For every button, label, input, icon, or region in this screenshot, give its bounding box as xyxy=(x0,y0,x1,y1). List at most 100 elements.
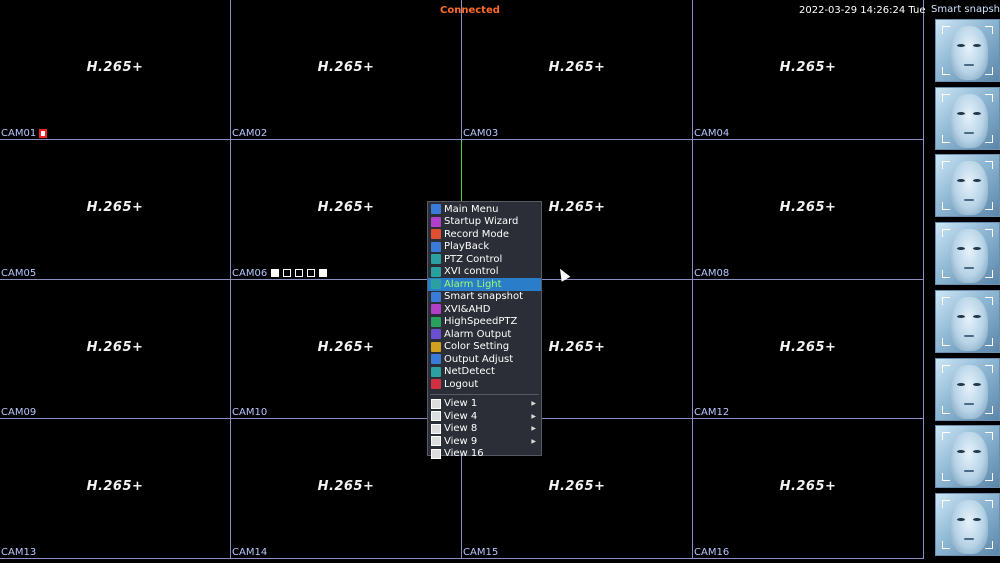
menu-item-startup-wizard[interactable]: Startup Wizard xyxy=(428,216,541,229)
menu-item-playback[interactable]: PlayBack xyxy=(428,241,541,254)
menu-item-view-9[interactable]: View 9 ▶ xyxy=(428,435,541,448)
camera-tile-cam01[interactable]: H.265+ CAM01 xyxy=(0,0,231,140)
frame-corner xyxy=(985,270,993,279)
menu-item-main-menu[interactable]: Main Menu xyxy=(428,203,541,216)
camera-tile-cam08[interactable]: H.265+ CAM08 xyxy=(693,139,924,280)
menu-item-label: Alarm Output xyxy=(444,328,512,340)
xvi-icon xyxy=(431,266,441,277)
camera-label: CAM16 xyxy=(694,547,730,558)
face-image xyxy=(950,93,988,148)
menu-item-label: Startup Wizard xyxy=(444,216,519,228)
snapshot-thumbnail[interactable] xyxy=(935,289,1000,353)
camera-tile-cam13[interactable]: H.265+ CAM13 xyxy=(0,419,231,559)
camera-label: CAM12 xyxy=(694,407,730,419)
camera-label: CAM14 xyxy=(232,547,268,558)
frame-corner xyxy=(985,202,993,211)
codec-label: H.265+ xyxy=(548,60,606,75)
frame-corner xyxy=(985,93,993,102)
menu-divider xyxy=(430,393,539,395)
snapshot-thumbnail[interactable] xyxy=(935,425,1000,489)
record-status-icon xyxy=(39,128,48,138)
menu-item-smart-snapshot[interactable]: Smart snapshot xyxy=(428,291,541,304)
menu-item-netdetect[interactable]: NetDetect xyxy=(428,366,541,379)
menu-item-label: XVI control xyxy=(444,266,499,278)
snapshot-thumbnail[interactable] xyxy=(935,154,1000,218)
camera-tile-cam09[interactable]: H.265+ CAM09 xyxy=(0,279,231,420)
motion-icon xyxy=(295,269,304,277)
frame-corner xyxy=(985,432,993,441)
menu-item-view-4[interactable]: View 4 ▶ xyxy=(428,410,541,423)
menu-item-logout[interactable]: Logout xyxy=(428,378,541,391)
codec-label: H.265+ xyxy=(548,479,606,495)
menu-item-ptz-control[interactable]: PTZ Control xyxy=(428,253,541,266)
frame-corner xyxy=(942,499,950,508)
menu-item-label: View 16 xyxy=(444,448,484,460)
context-menu: Main Menu Startup Wizard Record Mode PlayBa… xyxy=(427,201,542,459)
camera-tile-cam04[interactable]: H.265+ CAM04 xyxy=(693,0,924,140)
view-layout-icon xyxy=(431,423,441,434)
codec-label: H.265+ xyxy=(86,479,144,495)
frame-corner xyxy=(942,337,950,346)
menu-item-alarm-output[interactable]: Alarm Output xyxy=(428,328,541,341)
camera-tile-cam02[interactable]: H.265+ CAM02 xyxy=(231,0,462,140)
menu-item-alarm-light[interactable]: Alarm Light xyxy=(428,278,541,291)
snapshot-thumbnail[interactable] xyxy=(935,492,1000,556)
menu-item-label: HighSpeedPTZ xyxy=(444,316,518,328)
record-icon xyxy=(431,229,441,240)
highspeed-ptz-icon xyxy=(431,316,441,327)
menu-item-color-setting[interactable]: Color Setting xyxy=(428,341,541,354)
snapshot-thumbnail[interactable] xyxy=(935,86,1000,150)
menu-item-xvi-ahd[interactable]: XVI&AHD xyxy=(428,303,541,316)
snapshot-thumbnail[interactable] xyxy=(935,19,1000,82)
frame-corner xyxy=(942,432,950,441)
camera-tile-cam03[interactable]: H.265+ CAM03 xyxy=(462,0,693,140)
camera-tile-cam16[interactable]: H.265+ CAM16 xyxy=(693,419,924,559)
menu-item-view-8[interactable]: View 8 ▶ xyxy=(428,423,541,436)
view-layout-icon xyxy=(431,448,441,459)
face-image xyxy=(950,26,988,80)
camera-label: CAM02 xyxy=(232,127,268,139)
mouth xyxy=(964,64,974,66)
camera-status-icon xyxy=(271,269,280,277)
menu-item-view-16[interactable]: View 16 xyxy=(428,448,541,461)
frame-corner xyxy=(942,26,950,34)
eye xyxy=(957,314,965,318)
frame-corner xyxy=(942,540,950,549)
menu-item-view-1[interactable]: View 1 ▶ xyxy=(428,398,541,411)
frame-corner xyxy=(942,229,950,238)
submenu-arrow-icon: ▶ xyxy=(531,400,536,408)
menu-item-highspeedptz[interactable]: HighSpeedPTZ xyxy=(428,316,541,329)
mouth xyxy=(964,470,974,473)
camera-tile-cam12[interactable]: H.265+ CAM12 xyxy=(693,279,924,420)
codec-label: H.265+ xyxy=(779,479,837,495)
mouth xyxy=(964,334,974,337)
menu-item-label: View 9 xyxy=(444,435,478,447)
frame-corner xyxy=(985,405,993,414)
mouth xyxy=(964,537,974,540)
frame-corner xyxy=(985,499,993,508)
snapshot-thumbnail[interactable] xyxy=(935,357,1000,421)
menu-item-record-mode[interactable]: Record Mode xyxy=(428,228,541,241)
camera-tile-cam05[interactable]: H.265+ CAM05 xyxy=(0,139,231,280)
view-layout-icon xyxy=(431,398,441,409)
camera-label: CAM15 xyxy=(463,547,499,558)
mouth xyxy=(964,131,974,134)
face-image xyxy=(950,296,988,351)
house-icon xyxy=(431,204,441,215)
menu-item-xvi-control[interactable]: XVI control xyxy=(428,266,541,279)
frame-corner xyxy=(985,540,993,549)
frame-corner xyxy=(985,337,993,346)
frame-corner xyxy=(942,93,950,102)
camera-label: CAM05 xyxy=(1,267,37,279)
view-layout-icon xyxy=(431,411,441,422)
audio-icon xyxy=(283,269,292,277)
menu-item-label: View 1 xyxy=(444,398,478,410)
color-icon xyxy=(431,341,441,352)
wizard-icon xyxy=(431,216,441,227)
snapshot-thumbnail[interactable] xyxy=(935,222,1000,286)
eye xyxy=(973,44,981,47)
submenu-arrow-icon: ▶ xyxy=(531,437,536,445)
menu-item-output-adjust[interactable]: Output Adjust xyxy=(428,353,541,366)
eye xyxy=(973,382,981,386)
frame-corner xyxy=(942,161,950,170)
